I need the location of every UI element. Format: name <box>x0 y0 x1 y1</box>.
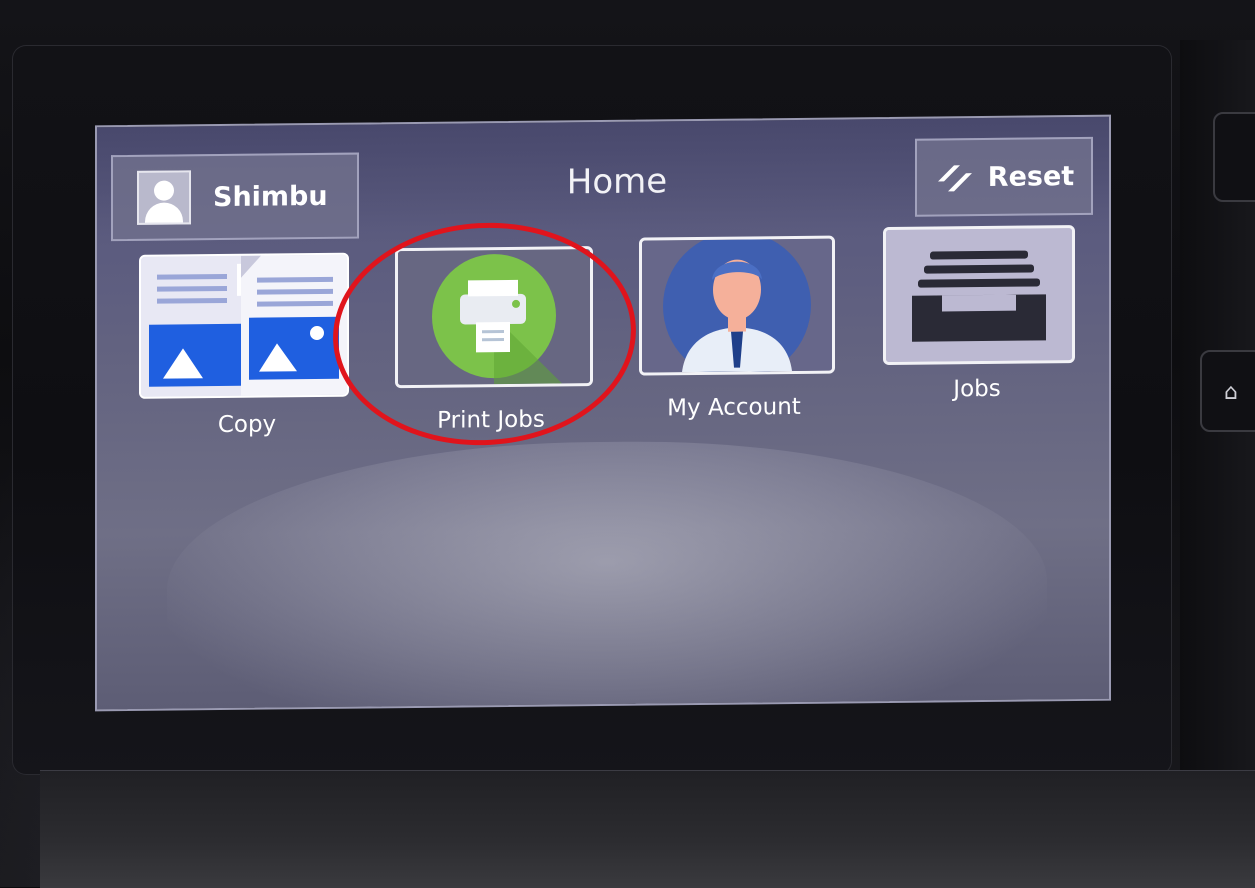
tile-copy[interactable]: Copy <box>139 252 349 455</box>
user-button[interactable]: Shimbu <box>111 152 359 242</box>
tile-my-account-label: My Account <box>667 393 801 422</box>
tile-print-jobs[interactable]: Print Jobs <box>395 246 593 448</box>
tile-copy-label: Copy <box>217 411 277 439</box>
tile-my-account[interactable]: My Account <box>639 235 835 438</box>
tile-jobs[interactable]: Jobs <box>883 225 1075 427</box>
user-name: Shimbu <box>213 180 328 213</box>
copy-icon <box>139 252 349 399</box>
printer-icon <box>395 246 593 389</box>
account-person-icon <box>639 235 835 376</box>
user-avatar-icon <box>137 170 191 225</box>
hardware-home-button[interactable]: ⌂ <box>1200 350 1255 432</box>
device-lower-edge <box>40 770 1255 888</box>
home-icon: ⌂ <box>1224 380 1238 405</box>
reset-button[interactable]: Reset <box>915 136 1093 217</box>
screen-reflection <box>167 437 1047 712</box>
touch-screen: Shimbu Home Reset Copy Print Jobs My Acc… <box>95 114 1111 712</box>
tile-jobs-label: Jobs <box>953 375 1001 403</box>
reset-slashes-icon <box>937 165 972 192</box>
jobs-tray-icon <box>883 225 1075 366</box>
tile-print-jobs-label: Print Jobs <box>437 406 545 434</box>
page-title: Home <box>566 161 668 203</box>
hardware-button-top[interactable] <box>1213 112 1255 202</box>
reset-label: Reset <box>987 160 1075 193</box>
